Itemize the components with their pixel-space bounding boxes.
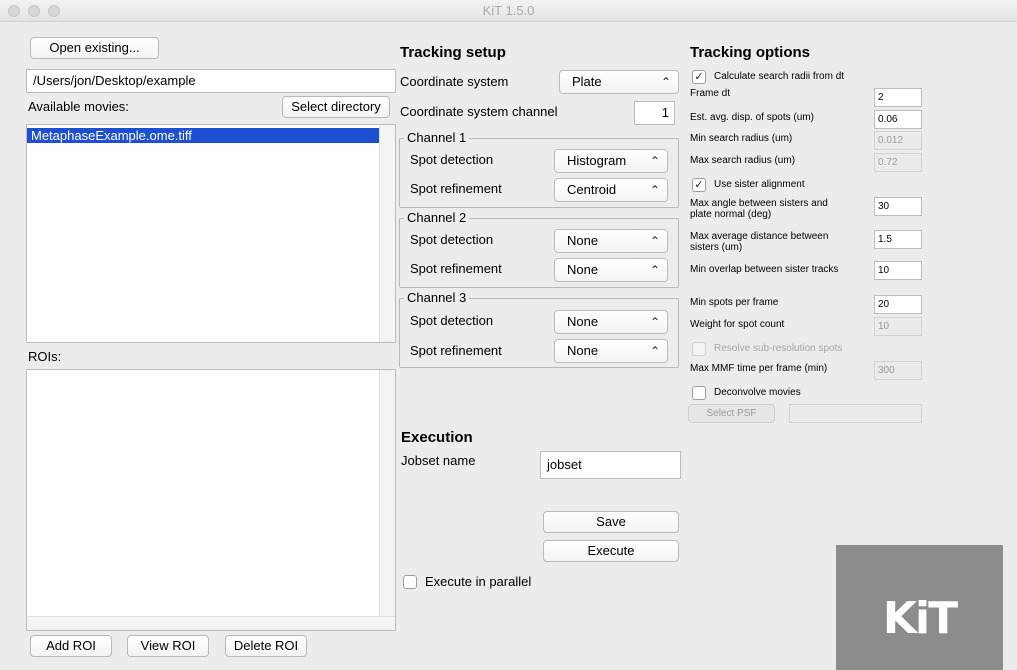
channel-2-spot-detection-label: Spot detection	[410, 232, 494, 247]
frame-dt-field[interactable]: 2	[874, 88, 922, 107]
updown-chevron-icon: ⌃	[649, 154, 660, 168]
updown-chevron-icon: ⌃	[649, 315, 660, 329]
movies-scrollbar[interactable]	[379, 125, 395, 342]
rois-list[interactable]	[26, 369, 396, 631]
min-overlap-label: Min overlap between sister tracks	[690, 264, 839, 275]
updown-chevron-icon: ⌃	[649, 234, 660, 248]
channel-1-spot-refinement-select[interactable]: Centroid ⌃	[554, 178, 668, 202]
select-psf-button[interactable]: Select PSF	[688, 404, 775, 423]
max-angle-field[interactable]: 30	[874, 197, 922, 216]
channel-2-spot-refinement-value: None	[567, 262, 599, 277]
max-distance-label-line1: Max average distance between	[690, 231, 829, 242]
channel-3-spot-detection-select[interactable]: None ⌃	[554, 310, 668, 334]
rois-scrollbar[interactable]	[379, 370, 395, 630]
channel-2-spot-detection-select[interactable]: None ⌃	[554, 229, 668, 253]
sister-alignment-checkbox[interactable]: ✓	[692, 178, 706, 192]
path-field[interactable]: /Users/jon/Desktop/example	[26, 69, 396, 93]
channel-1-spot-detection-label: Spot detection	[410, 152, 494, 167]
channel-3-spot-refinement-value: None	[567, 343, 599, 358]
channel-2-spot-refinement-select[interactable]: None ⌃	[554, 258, 668, 282]
channel-1-spot-detection-select[interactable]: Histogram ⌃	[554, 149, 668, 173]
updown-chevron-icon: ⌃	[660, 75, 671, 89]
max-mmf-field[interactable]: 300	[874, 361, 922, 380]
updown-chevron-icon: ⌃	[649, 344, 660, 358]
resolve-spots-label: Resolve sub-resolution spots	[714, 343, 843, 354]
execute-parallel-checkbox[interactable]	[403, 575, 417, 589]
est-disp-field[interactable]: 0.06	[874, 110, 922, 129]
list-item[interactable]: MetaphaseExample.ome.tiff	[27, 128, 379, 143]
min-overlap-field[interactable]: 10	[874, 261, 922, 280]
execute-button[interactable]: Execute	[543, 540, 679, 562]
channel-3-spot-refinement-select[interactable]: None ⌃	[554, 339, 668, 363]
weight-spot-count-label: Weight for spot count	[690, 319, 785, 330]
channel-2-spot-refinement-label: Spot refinement	[410, 261, 502, 276]
tracking-options-title: Tracking options	[690, 44, 811, 61]
logo-text: KiT	[882, 593, 958, 644]
channel-2-spot-detection-value: None	[567, 233, 599, 248]
coord-channel-label: Coordinate system channel	[400, 104, 558, 119]
updown-chevron-icon: ⌃	[649, 263, 660, 277]
tracking-setup-title: Tracking setup	[400, 44, 506, 61]
max-angle-label-line1: Max angle between sisters and	[690, 198, 828, 209]
deconvolve-checkbox[interactable]	[692, 386, 706, 400]
min-spots-field[interactable]: 20	[874, 295, 922, 314]
coord-channel-field[interactable]: 1	[634, 101, 675, 125]
deconvolve-label: Deconvolve movies	[714, 387, 801, 398]
title-bar: KiT 1.5.0	[0, 0, 1017, 22]
resolve-spots-checkbox[interactable]	[692, 342, 706, 356]
channel-3-title: Channel 3	[404, 291, 470, 305]
updown-chevron-icon: ⌃	[649, 183, 660, 197]
delete-roi-button[interactable]: Delete ROI	[225, 635, 307, 657]
channel-3-spot-detection-label: Spot detection	[410, 313, 494, 328]
psf-path-field[interactable]	[789, 404, 922, 423]
min-radius-field[interactable]: 0.012	[874, 131, 922, 150]
sister-alignment-label: Use sister alignment	[714, 179, 805, 190]
rois-label: ROIs:	[28, 349, 62, 364]
max-mmf-label: Max MMF time per frame (min)	[690, 363, 828, 374]
rois-hscrollbar[interactable]	[27, 616, 395, 630]
window-title: KiT 1.5.0	[482, 3, 535, 18]
jobset-name-label: Jobset name	[401, 453, 476, 468]
movies-items: MetaphaseExample.ome.tiff	[27, 128, 379, 143]
min-spots-label: Min spots per frame	[690, 297, 779, 308]
channel-1-spot-refinement-value: Centroid	[567, 182, 617, 197]
channel-1-spot-refinement-label: Spot refinement	[410, 181, 502, 196]
open-existing-button[interactable]: Open existing...	[30, 37, 159, 59]
kit-logo: KiT	[836, 545, 1003, 670]
weight-spot-count-field[interactable]: 10	[874, 317, 922, 336]
available-movies-label: Available movies:	[28, 99, 129, 114]
est-disp-label: Est. avg. disp. of spots (um)	[690, 112, 814, 123]
channel-3-spot-refinement-label: Spot refinement	[410, 343, 502, 358]
max-distance-field[interactable]: 1.5	[874, 230, 922, 249]
jobset-name-field[interactable]: jobset	[540, 451, 681, 479]
channel-2-title: Channel 2	[404, 211, 470, 225]
execution-title: Execution	[401, 429, 473, 446]
max-radius-field[interactable]: 0.72	[874, 153, 922, 172]
min-radius-label: Min search radius (um)	[690, 133, 793, 144]
channel-1-spot-detection-value: Histogram	[567, 153, 627, 168]
coord-system-value: Plate	[572, 74, 602, 89]
channel-3-spot-detection-value: None	[567, 314, 599, 329]
max-distance-label-line2: sisters (um)	[690, 242, 743, 253]
max-radius-label: Max search radius (um)	[690, 155, 796, 166]
calc-radii-label: Calculate search radii from dt	[714, 71, 845, 82]
calc-radii-checkbox[interactable]: ✓	[692, 70, 706, 84]
frame-dt-label: Frame dt	[690, 88, 731, 99]
coord-system-label: Coordinate system	[400, 74, 509, 89]
channel-1-title: Channel 1	[404, 131, 470, 145]
save-button[interactable]: Save	[543, 511, 679, 533]
execute-parallel-label: Execute in parallel	[425, 574, 532, 589]
coord-system-select[interactable]: Plate ⌃	[559, 70, 679, 94]
add-roi-button[interactable]: Add ROI	[30, 635, 112, 657]
select-directory-button[interactable]: Select directory	[282, 96, 390, 118]
max-angle-label-line2: plate normal (deg)	[690, 209, 772, 220]
view-roi-button[interactable]: View ROI	[127, 635, 209, 657]
movies-list[interactable]: MetaphaseExample.ome.tiff	[26, 124, 396, 343]
